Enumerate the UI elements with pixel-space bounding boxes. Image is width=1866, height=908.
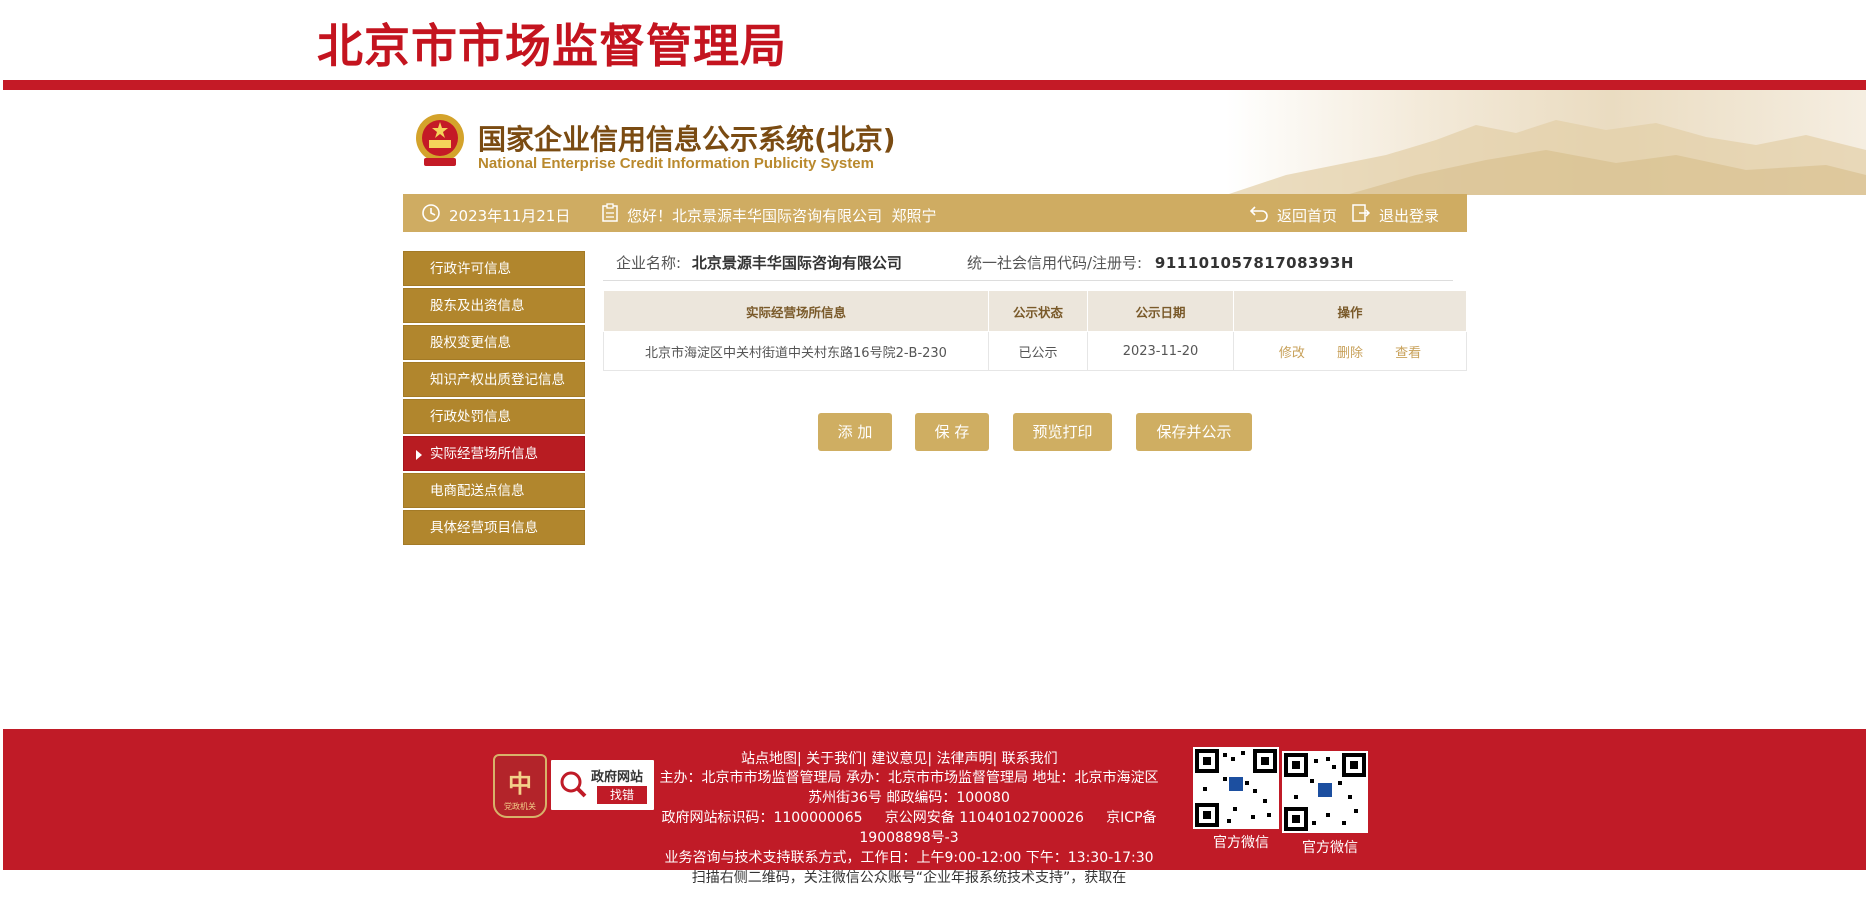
sidebar-item-admin-license[interactable]: 行政许可信息 xyxy=(403,251,585,286)
logout-icon[interactable] xyxy=(1351,203,1371,227)
sidebar-item-label: 具体经营项目信息 xyxy=(430,520,538,536)
sidebar-item-business-projects[interactable]: 具体经营项目信息 xyxy=(403,510,585,545)
sidebar-item-label: 行政处罚信息 xyxy=(430,409,511,425)
info-bar: 2023年11月21日 您好！北京景源丰华国际咨询有限公司 郑照宁 返回首页 退… xyxy=(403,194,1467,232)
mountain-decoration xyxy=(1226,90,1866,195)
footer-scan-line: 扫描右侧二维码，关注微信公众账号“企业年报系统技术支持”，获取在 xyxy=(691,870,1127,886)
sidebar-item-admin-penalty[interactable]: 行政处罚信息 xyxy=(403,399,585,434)
system-subtitle: National Enterprise Credit Information P… xyxy=(478,155,874,172)
cell-status: 已公示 xyxy=(988,331,1088,371)
company-name-value: 北京景源丰华国际咨询有限公司 xyxy=(691,254,902,272)
sidebar-item-ecommerce-delivery[interactable]: 电商配送点信息 xyxy=(403,473,585,508)
party-badge-text: 党政机关 xyxy=(504,802,536,811)
credit-code-value: 91110105781708393H xyxy=(1154,254,1354,272)
sidebar-item-label: 股权变更信息 xyxy=(430,335,511,351)
sidebar-item-label: 知识产权出质登记信息 xyxy=(430,372,565,388)
gov-badge-title: 政府网站 xyxy=(591,770,644,785)
sidebar-item-ip-pledge[interactable]: 知识产权出质登记信息 xyxy=(403,362,585,397)
company-name-line: 企业名称: 北京景源丰华国际咨询有限公司 xyxy=(616,252,902,273)
header-actions: 返回首页 退出登录 xyxy=(1249,203,1439,227)
col-header-status: 公示状态 xyxy=(988,290,1088,332)
sidebar-item-equity-change[interactable]: 股权变更信息 xyxy=(403,325,585,360)
gov-site-error-badge[interactable]: 政府网站 找错 xyxy=(549,758,656,812)
col-header-date: 公示日期 xyxy=(1087,290,1234,332)
active-arrow-icon xyxy=(416,450,422,460)
sidebar-item-label: 实际经营场所信息 xyxy=(430,446,538,462)
sidebar: 行政许可信息 股东及出资信息 股权变更信息 知识产权出质登记信息 行政处罚信息 … xyxy=(403,251,585,547)
user-badge-icon xyxy=(601,203,619,227)
footer-info: 主办：北京市市场监督管理局 承办：北京市市场监督管理局 地址：北京市海淀区苏州街… xyxy=(658,768,1160,868)
system-title: 国家企业信用信息公示系统(北京) xyxy=(478,123,896,156)
edit-link[interactable]: 修改 xyxy=(1279,346,1305,361)
table-header-row: 实际经营场所信息 公示状态 公示日期 操作 xyxy=(603,290,1467,332)
current-date: 2023年11月21日 xyxy=(449,206,571,225)
home-link[interactable]: 返回首页 xyxy=(1277,205,1337,226)
greeting-text: 您好！北京景源丰华国际咨询有限公司 郑照宁 xyxy=(627,206,937,225)
header-divider xyxy=(3,80,1866,90)
qr-label-2: 官方微信 xyxy=(1302,840,1358,856)
footer-id-line: 政府网站标识码：1100000065 京公网安备 11040102700026 … xyxy=(661,810,1157,846)
save-button[interactable]: 保 存 xyxy=(915,413,989,451)
sidebar-item-label: 行政许可信息 xyxy=(430,261,511,277)
site-header: 北京市市场监督管理局 xyxy=(0,0,1866,80)
gov-badge-subtitle: 找错 xyxy=(597,786,647,804)
cell-ops: 修改 删除 查看 xyxy=(1233,331,1467,371)
save-publish-button[interactable]: 保存并公示 xyxy=(1136,413,1252,451)
magnifier-icon xyxy=(557,768,589,804)
content-divider xyxy=(603,280,1453,281)
footer-links[interactable]: 站点地图| 关于我们| 建议意见| 法律声明| 联系我们 xyxy=(741,748,1058,768)
clock-icon xyxy=(421,203,441,227)
cell-date: 2023-11-20 xyxy=(1087,331,1234,371)
greeting: 您好！北京景源丰华国际咨询有限公司 郑照宁 xyxy=(601,203,937,227)
cell-address: 北京市海淀区中关村街道中关村东路16号院2-B-230 xyxy=(603,331,989,371)
footer-host-line: 主办：北京市市场监督管理局 承办：北京市市场监督管理局 地址：北京市海淀区苏州街… xyxy=(659,770,1159,806)
credit-code-line: 统一社会信用代码/注册号: 91110105781708393H xyxy=(967,252,1354,273)
party-emblem-icon: 中 xyxy=(508,770,532,798)
logout-link[interactable]: 退出登录 xyxy=(1379,205,1439,226)
banner xyxy=(0,90,1866,195)
premises-table: 实际经营场所信息 公示状态 公示日期 操作 北京市海淀区中关村街道中关村东路16… xyxy=(603,290,1467,371)
footer-support-line: 业务咨询与技术支持联系方式，工作日：上午9:00-12:00 下午：13:30-… xyxy=(664,850,1154,866)
sidebar-item-business-premises[interactable]: 实际经营场所信息 xyxy=(403,436,585,471)
qr-code-icon xyxy=(1282,751,1368,833)
qr-code-icon xyxy=(1193,747,1279,829)
company-name-label: 企业名称: xyxy=(616,254,682,272)
col-header-ops: 操作 xyxy=(1233,290,1467,332)
delete-link[interactable]: 删除 xyxy=(1337,346,1363,361)
date-display: 2023年11月21日 xyxy=(421,203,570,227)
col-header-address: 实际经营场所信息 xyxy=(603,290,989,332)
preview-print-button[interactable]: 预览打印 xyxy=(1013,413,1112,451)
table-row: 北京市海淀区中关村街道中关村东路16号院2-B-230 已公示 2023-11-… xyxy=(603,331,1467,371)
site-title: 北京市市场监督管理局 xyxy=(317,19,787,73)
qr-label-1: 官方微信 xyxy=(1213,835,1269,851)
view-link[interactable]: 查看 xyxy=(1395,346,1421,361)
party-gov-badge[interactable]: 中 党政机关 xyxy=(493,754,547,818)
national-emblem-icon xyxy=(414,112,466,170)
credit-code-label: 统一社会信用代码/注册号: xyxy=(967,254,1143,272)
sidebar-item-shareholders[interactable]: 股东及出资信息 xyxy=(403,288,585,323)
sidebar-item-label: 股东及出资信息 xyxy=(430,298,525,314)
sidebar-item-label: 电商配送点信息 xyxy=(430,483,525,499)
return-icon[interactable] xyxy=(1249,204,1269,226)
add-button[interactable]: 添 加 xyxy=(818,413,892,451)
